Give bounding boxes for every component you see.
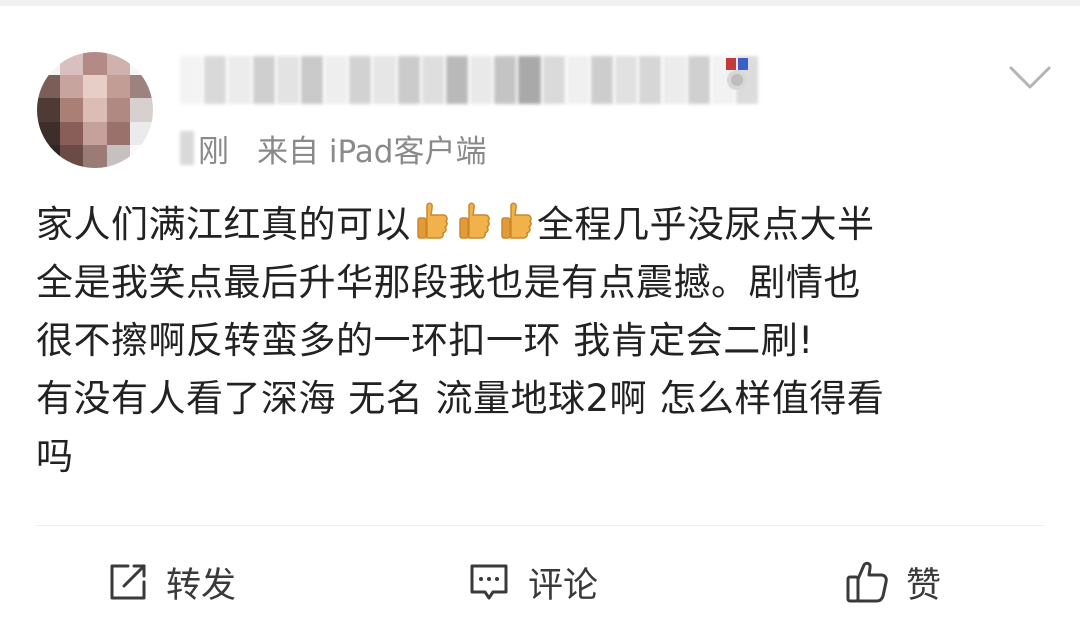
repost-label: 转发 [166,565,237,606]
post-meta: 刚 来自 iPad客户端 [180,126,486,170]
top-edge [0,0,1080,6]
thumbs-up-icon [501,202,532,239]
username-redacted[interactable] [180,56,760,104]
post-time: 刚 [198,133,229,170]
post-line: 家人们满江红真的可以 全程几乎没尿点大半 [36,196,1046,254]
medal-icon [726,58,748,90]
thumbs-up-outline-icon [846,561,888,603]
post-body: 家人们满江红真的可以 全程几乎没尿点大半 全是我笑点最后升华那段我也是有点震撼。剧… [36,196,1046,486]
post-text-segment: 家人们满江红真的可以 [36,203,411,246]
post-line: 很不擦啊反转蛮多的一环扣一环 我肯定会二刷! [36,319,814,362]
thumbs-up-icon [417,202,448,239]
avatar[interactable] [37,52,153,168]
repost-button[interactable]: 转发 [106,556,236,608]
post-line: 全是我笑点最后升华那段我也是有点震撼。剧情也 [36,261,861,304]
comment-icon [470,564,508,600]
comment-label: 评论 [528,565,599,606]
post-text-segment: 全程几乎没尿点大半 [537,203,875,246]
post-line: 有没有人看了深海 无名 流量地球2啊 怎么样值得看 [36,377,885,420]
thumbs-up-icon [459,202,490,239]
chevron-down-icon[interactable] [1008,64,1052,92]
post-line: 吗 [36,435,74,478]
meta-redacted [180,131,194,165]
repost-icon [110,564,146,600]
comment-button[interactable]: 评论 [466,556,598,608]
divider [36,525,1044,526]
like-label: 赞 [906,565,942,606]
post-source: 来自 iPad客户端 [257,133,487,170]
like-button[interactable]: 赞 [844,556,941,608]
